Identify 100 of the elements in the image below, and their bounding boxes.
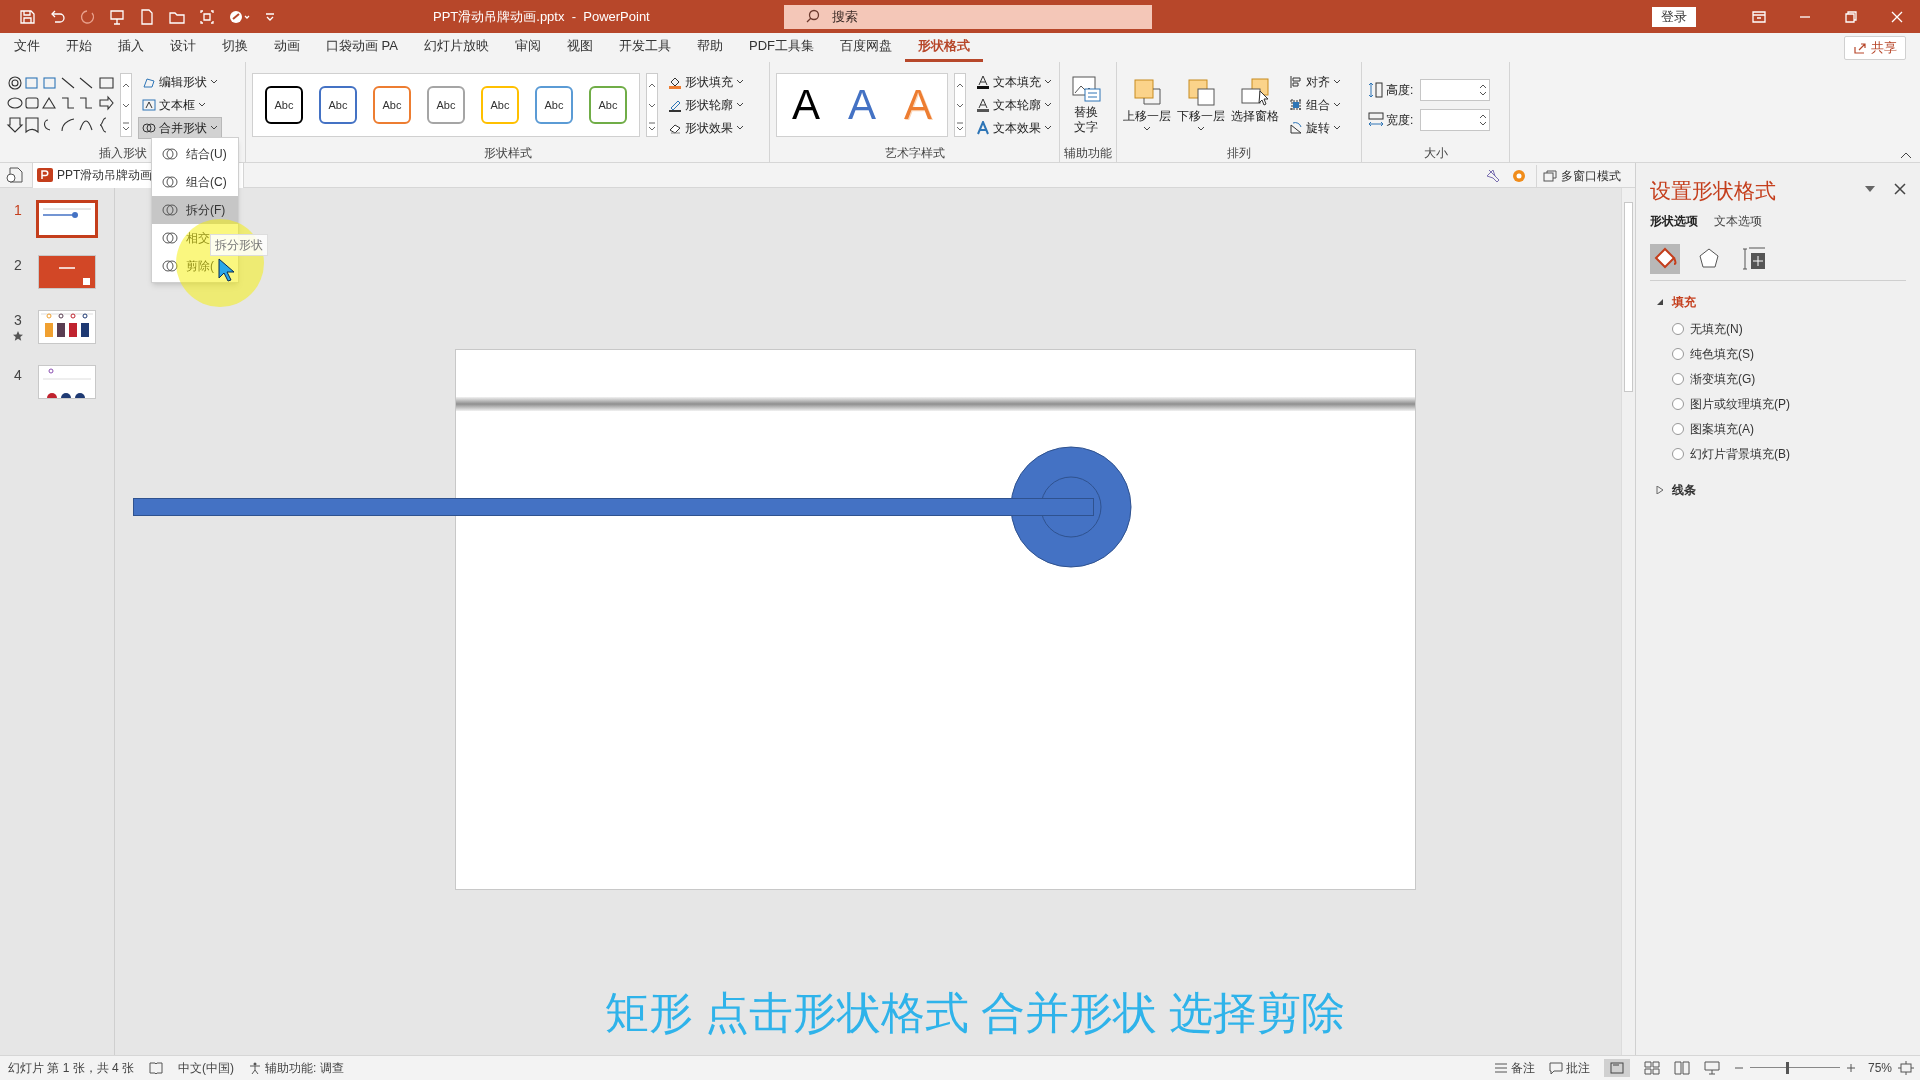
ribbon-tab[interactable]: 开始 [53,33,105,62]
save-icon[interactable] [18,7,36,26]
section-header[interactable]: 线条 [1650,479,1906,501]
slide-thumbnail[interactable] [38,255,96,289]
wordart-sample[interactable]: A [791,84,821,126]
spin-field[interactable] [1420,109,1490,131]
ribbon-button[interactable]: 对齐 [1285,71,1345,93]
ribbon-button[interactable]: 文本填充 [972,71,1056,93]
style-swatch[interactable]: Abc [535,86,573,124]
ribbon-button[interactable]: 形状效果 [664,117,748,139]
zoom-level-button[interactable]: 75% [1867,1059,1892,1077]
wordart-sample[interactable]: A [847,84,877,126]
zoom-in-icon[interactable] [1845,1063,1856,1073]
ribbon-tab[interactable]: 动画 [261,33,313,62]
field-label: 高度: [1386,82,1415,99]
language-button[interactable]: 中文(中国) [178,1059,235,1077]
large-ribbon-button[interactable]: 下移一层 [1177,77,1225,133]
collapsed-icon [1656,486,1664,494]
window-title: PPT滑动吊牌动画.pptx - PowerPoint [433,8,650,26]
reading-view-icon[interactable] [1673,1061,1690,1075]
slide-thumbnail[interactable] [36,200,98,238]
ribbon-tab[interactable]: 视图 [554,33,606,62]
ribbon-button[interactable]: 文本效果 [972,117,1056,139]
menu-item[interactable]: 拆分(F) [152,196,238,224]
gallery-scroll-icon[interactable] [120,73,132,137]
gallery-scroll-icon[interactable] [646,73,658,137]
comments-button[interactable]: 批注 [1548,1059,1590,1077]
spin-field[interactable] [1420,79,1490,101]
radio-option[interactable]: 幻灯片背景填充(B) [1672,444,1906,463]
radio-option[interactable]: 图片或纹理填充(P) [1672,394,1906,413]
presentation-icon[interactable] [108,7,126,26]
slideshow-icon[interactable] [1703,1061,1720,1075]
large-ribbon-button[interactable]: 上移一层 [1123,77,1171,133]
zoom-slider[interactable] [1749,1062,1840,1074]
style-swatch[interactable]: Abc [481,86,519,124]
send-backward-icon [1186,77,1216,107]
ribbon-tab[interactable]: 插入 [105,33,157,62]
multi-window-button[interactable]: 多窗口模式 [1536,164,1627,187]
ribbon-button[interactable]: 合并形状 [138,117,222,139]
style-swatch[interactable]: Abc [319,86,357,124]
ribbon-tab[interactable]: 帮助 [684,33,736,62]
pane-category-button[interactable] [1650,243,1680,274]
style-swatch[interactable]: Abc [373,86,411,124]
ribbon-tab[interactable]: PDF工具集 [736,33,827,62]
spelling-icon[interactable] [148,1061,165,1075]
ribbon-tab[interactable]: 百度网盘 [827,33,905,62]
style-swatch[interactable]: Abc [427,86,465,124]
selection-pane-icon [1240,77,1270,107]
ribbon-tab[interactable]: 审阅 [502,33,554,62]
sign-in-button[interactable]: 登录 [1652,6,1696,27]
radio-option[interactable]: 渐变填充(G) [1672,369,1906,388]
ribbon-button[interactable]: 组合 [1285,94,1345,116]
search-field[interactable]: 搜索 [784,4,1152,29]
slide-number: 4 [14,366,22,385]
cursor-icon [218,258,234,282]
ribbon-tab[interactable]: 口袋动画 PA [313,33,411,62]
ribbon-tab[interactable]: 切换 [209,33,261,62]
ribbon-button[interactable]: 文本框 [138,94,222,116]
ribbon-tab[interactable]: 设计 [157,33,209,62]
slide-thumbnail[interactable] [38,365,96,399]
ribbon-tab[interactable]: 文件 [1,33,53,62]
caret-icon [736,79,744,85]
new-file-icon[interactable] [138,7,156,26]
fit-slide-icon[interactable] [1898,1061,1914,1075]
redo-icon[interactable] [78,7,96,26]
style-swatch[interactable]: Abc [265,86,303,124]
large-ribbon-button[interactable]: 选择窗格 [1231,77,1279,133]
caret-icon [198,102,206,108]
ribbon-button[interactable]: 编辑形状 [138,71,222,93]
vertical-scrollbar[interactable] [1621,188,1635,1055]
pane-tab[interactable]: 形状选项 [1650,212,1698,230]
style-swatch[interactable]: Abc [589,86,627,124]
ribbon-button[interactable]: 形状轮廓 [664,94,748,116]
normal-view-icon[interactable] [1603,1059,1630,1077]
radio-option[interactable]: 纯色填充(S) [1672,344,1906,363]
share-button[interactable]: 共享 [1844,36,1906,60]
animation-star-icon [13,331,23,341]
ribbon-button[interactable]: 形状填充 [664,71,748,93]
gallery-scroll-icon[interactable] [954,73,966,137]
ribbon-tab[interactable]: 开发工具 [606,33,684,62]
section-header[interactable]: 填充 [1650,291,1906,313]
alt-text-button[interactable]: 替换文字 [1066,75,1106,135]
shapes-gallery-drawing[interactable] [6,75,114,135]
group-label: 大小 [1423,145,1448,162]
collapse-ribbon-icon[interactable] [1900,151,1912,159]
caret-icon [1196,125,1206,133]
ribbon-button[interactable]: 文本轮廓 [972,94,1056,116]
radio-option[interactable]: 无填充(N) [1672,319,1906,338]
ribbon-tab[interactable]: 幻灯片放映 [411,33,502,62]
close-icon[interactable] [1894,183,1906,195]
ribbon-button[interactable]: 旋转 [1285,117,1345,139]
accessibility-button[interactable]: 辅助功能: 调查 [248,1059,344,1077]
pane-options-icon[interactable] [1864,185,1876,193]
pane-tab[interactable]: 文本选项 [1714,212,1762,230]
screenshot-icon[interactable] [198,7,216,26]
slide-thumbnail[interactable] [38,310,96,344]
pane-title: 设置形状格式 [1650,178,1776,204]
notes-button[interactable]: 备注 [1493,1059,1535,1077]
radio-option[interactable]: 图案填充(A) [1672,419,1906,438]
slide-sorter-icon[interactable] [1643,1061,1660,1075]
